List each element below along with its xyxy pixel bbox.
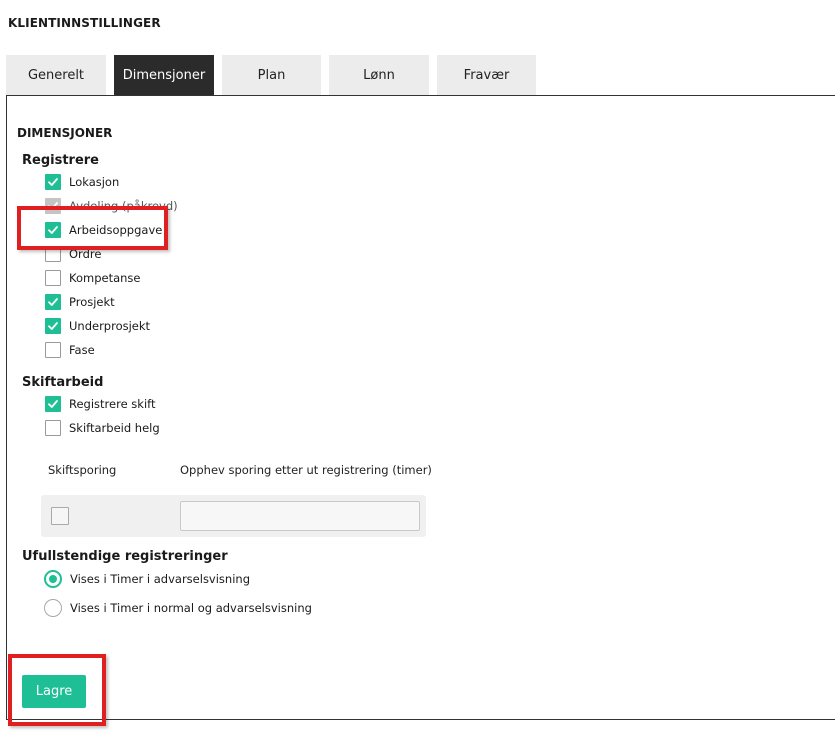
option-registrere-skift[interactable]: Registrere skift: [45, 395, 156, 413]
skiftsporing-header: Skiftsporing: [48, 463, 117, 477]
option-arbeidsoppgave[interactable]: Arbeidsoppgave: [45, 221, 162, 239]
skiftsporing-checkbox[interactable]: [51, 507, 69, 525]
checkbox-label: Registrere skift: [69, 397, 156, 411]
checkbox[interactable]: [45, 174, 61, 190]
option-kompetanse[interactable]: Kompetanse: [45, 269, 141, 287]
tab-lonn[interactable]: Lønn: [329, 55, 429, 95]
radio-option-normal[interactable]: Vises i Timer i normal og advarselsvisni…: [44, 598, 312, 618]
checkbox-label: Avdeling (påkrevd): [69, 199, 178, 213]
check-icon: [48, 400, 58, 408]
checkbox[interactable]: [45, 246, 61, 262]
checkbox[interactable]: [45, 342, 61, 358]
opphev-header: Opphev sporing etter ut registrering (ti…: [180, 463, 432, 477]
tab-fravaer[interactable]: Fravær: [437, 55, 536, 95]
registrere-title: Registrere: [22, 153, 99, 168]
checkbox-label: Prosjekt: [69, 295, 115, 309]
option-prosjekt[interactable]: Prosjekt: [45, 293, 115, 311]
radio-button[interactable]: [44, 570, 62, 588]
check-icon: [48, 178, 58, 186]
checkbox[interactable]: [45, 270, 61, 286]
checkbox-label: Ordre: [69, 247, 102, 261]
option-fase[interactable]: Fase: [45, 341, 95, 359]
checkbox[interactable]: [45, 318, 61, 334]
option-skiftarbeid-helg[interactable]: Skiftarbeid helg: [45, 419, 160, 437]
checkbox-label: Underprosjekt: [69, 319, 151, 333]
option-underprosjekt[interactable]: Underprosjekt: [45, 317, 150, 335]
checkbox-label: Lokasjon: [69, 175, 120, 189]
ufullstendige-title: Ufullstendige registreringer: [22, 549, 228, 564]
option-lokasjon[interactable]: Lokasjon: [45, 173, 119, 191]
save-button[interactable]: Lagre: [22, 675, 86, 708]
page-title: KLIENTINNSTILLINGER: [8, 16, 161, 30]
option-ordre[interactable]: Ordre: [45, 245, 101, 263]
checkbox-label: Fase: [69, 343, 95, 357]
option-avdeling: Avdeling (påkrevd): [45, 197, 178, 215]
radio-button[interactable]: [44, 599, 62, 617]
opphev-hours-input[interactable]: [180, 501, 420, 531]
check-icon: [48, 298, 58, 306]
checkbox-label: Skiftarbeid helg: [69, 421, 160, 435]
section-title: DIMENSJONER: [17, 126, 113, 140]
tab-dimensjoner[interactable]: Dimensjoner: [114, 55, 214, 96]
check-icon: [48, 322, 58, 330]
checkbox[interactable]: [45, 294, 61, 310]
check-icon: [48, 226, 58, 234]
tab-plan[interactable]: Plan: [222, 55, 321, 95]
checkbox: [45, 198, 61, 214]
radio-label: Vises i Timer i advarselsvisning: [70, 572, 250, 586]
tab-generelt[interactable]: Generelt: [6, 55, 106, 95]
radio-label: Vises i Timer i normal og advarselsvisni…: [70, 601, 312, 615]
checkbox[interactable]: [45, 222, 61, 238]
skiftarbeid-title: Skiftarbeid: [22, 375, 104, 390]
checkbox-label: Kompetanse: [69, 271, 141, 285]
checkbox-label: Arbeidsoppgave: [69, 223, 163, 237]
check-icon: [48, 202, 58, 210]
radio-option-advarsel[interactable]: Vises i Timer i advarselsvisning: [44, 569, 250, 589]
checkbox[interactable]: [45, 396, 61, 412]
checkbox[interactable]: [45, 420, 61, 436]
